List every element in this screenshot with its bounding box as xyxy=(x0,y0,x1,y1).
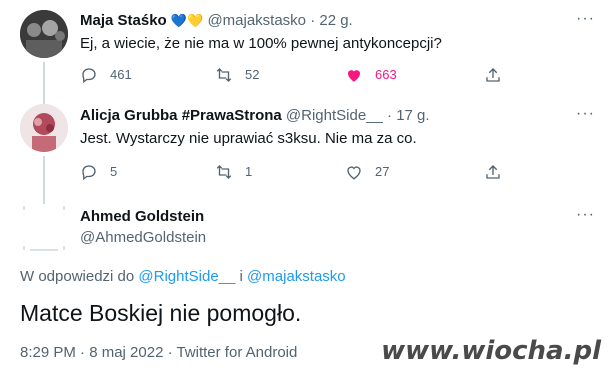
retweet-button[interactable]: 1 xyxy=(215,161,252,183)
reply-context: W odpowiedzi do @RightSide__ i @majaksta… xyxy=(20,268,346,285)
more-options-icon[interactable]: ··· xyxy=(576,105,595,123)
reply-mention-rightside[interactable]: @RightSide__ xyxy=(138,268,235,285)
tweet-header: Maja Staśko 💙💛 @majakstasko · 22 g. xyxy=(80,12,353,29)
reply-count: 461 xyxy=(110,67,132,82)
heart-filled-icon xyxy=(348,70,360,82)
author-handle-line: @AhmedGoldstein xyxy=(80,229,206,246)
avatar-photo-icon xyxy=(20,10,68,58)
tweet-actions: 461 52 663 xyxy=(80,64,520,86)
retweet-icon xyxy=(216,68,232,82)
heart-outline-icon xyxy=(347,166,361,180)
more-options-icon[interactable]: ··· xyxy=(576,206,595,224)
tweet-actions: 5 1 27 xyxy=(80,161,520,183)
handle[interactable]: @RightSide__ xyxy=(286,107,383,124)
retweet-button[interactable]: 52 xyxy=(215,64,259,86)
like-button[interactable]: 27 xyxy=(345,161,389,183)
tweet-timestamp[interactable]: 8:29 PM · 8 maj 2022 · Twitter for Andro… xyxy=(20,344,297,361)
share-button[interactable] xyxy=(484,64,514,86)
thread-line xyxy=(43,156,45,192)
reply-icon xyxy=(82,165,96,181)
author-name: Ahmed Goldstein xyxy=(80,208,204,225)
reply-button[interactable]: 461 xyxy=(80,64,132,86)
avatar-placeholder[interactable] xyxy=(20,204,68,252)
thread-line xyxy=(43,62,45,100)
tweet-alicja[interactable]: Alicja Grubba #PrawaStrona @RightSide__ … xyxy=(0,100,615,192)
avatar[interactable] xyxy=(20,10,68,58)
blank-avatar-icon xyxy=(23,206,65,251)
main-tweet-text: Matce Boskiej nie pomogło. xyxy=(20,300,302,326)
reply-prefix: W odpowiedzi do xyxy=(20,268,135,285)
share-icon xyxy=(486,68,500,82)
like-button[interactable]: 663 xyxy=(345,64,397,86)
reply-button[interactable]: 5 xyxy=(80,161,117,183)
tweet-maja[interactable]: Maja Staśko 💙💛 @majakstasko · 22 g. ··· … xyxy=(0,0,615,100)
display-name[interactable]: Maja Staśko xyxy=(80,12,167,29)
share-icon xyxy=(486,165,500,179)
retweet-icon xyxy=(216,165,232,179)
retweet-count: 52 xyxy=(245,67,260,82)
share-button[interactable] xyxy=(484,161,514,183)
display-name[interactable]: Alicja Grubba #PrawaStrona xyxy=(80,107,282,124)
like-count: 663 xyxy=(375,67,397,82)
thread-line xyxy=(43,192,45,204)
display-name[interactable]: Ahmed Goldstein xyxy=(80,208,204,225)
like-count: 27 xyxy=(375,164,390,179)
reply-count: 5 xyxy=(110,164,118,179)
tweet-header: Alicja Grubba #PrawaStrona @RightSide__ … xyxy=(80,107,430,124)
timestamp[interactable]: · 22 g. xyxy=(310,12,353,29)
retweet-count: 1 xyxy=(245,164,253,179)
handle[interactable]: @majakstasko xyxy=(207,12,306,29)
avatar[interactable] xyxy=(20,104,68,152)
more-options-icon[interactable]: ··· xyxy=(576,10,595,28)
handle[interactable]: @AhmedGoldstein xyxy=(80,229,206,246)
avatar-photo-icon xyxy=(20,104,68,152)
reply-icon xyxy=(82,68,96,84)
watermark-logo: www.wiocha.pl xyxy=(381,336,601,366)
timestamp[interactable]: · 17 g. xyxy=(387,107,430,124)
tweet-text: Jest. Wystarczy nie uprawiać s3ksu. Nie … xyxy=(80,130,417,147)
reply-joiner: i xyxy=(239,268,243,285)
emoji-hearts: 💙💛 xyxy=(170,14,204,29)
reply-mention-maja[interactable]: @majakstasko xyxy=(247,268,346,285)
tweet-text: Ej, a wiecie, że nie ma w 100% pewnej an… xyxy=(80,35,442,52)
